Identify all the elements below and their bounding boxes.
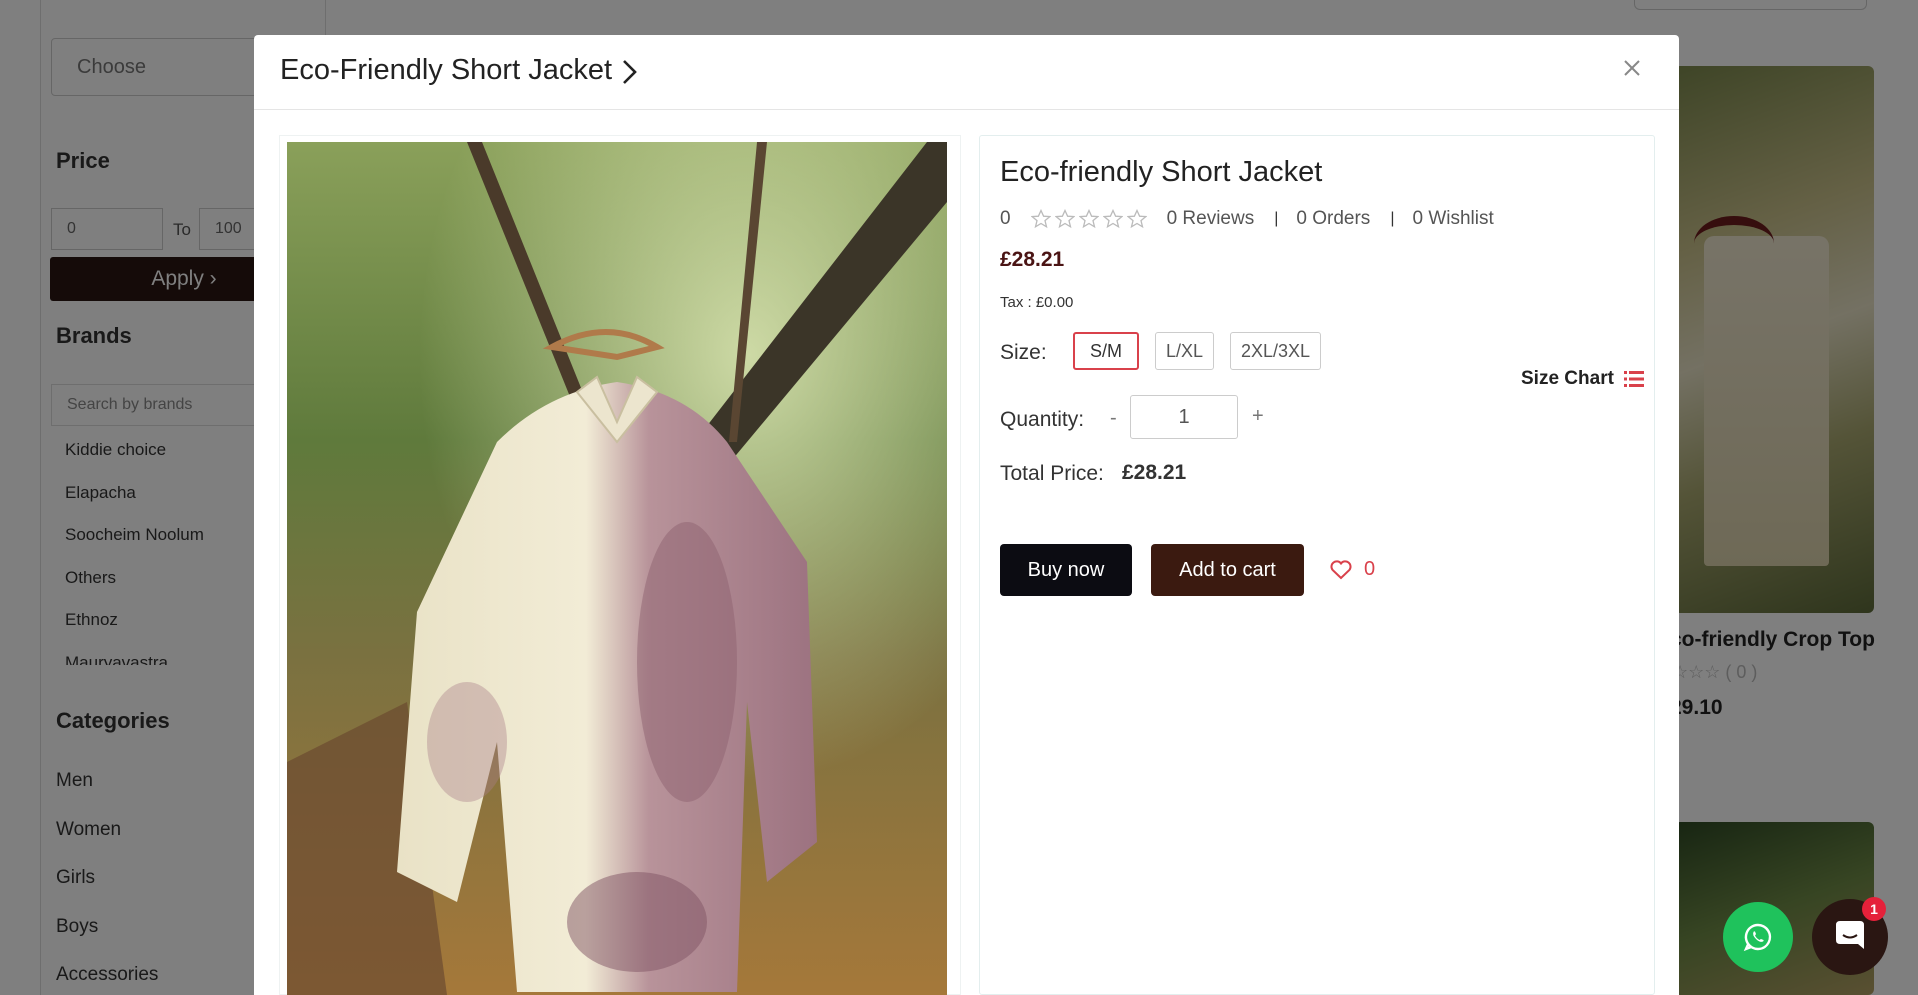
size-option-2xl-3xl[interactable]: 2XL/3XL <box>1230 332 1321 370</box>
modal-header: Eco-Friendly Short Jacket <box>254 35 1679 110</box>
total-price-label: Total Price: <box>1000 462 1104 485</box>
chat-bubble-icon <box>1836 921 1864 949</box>
quantity-label: Quantity: <box>1000 408 1085 431</box>
product-photo <box>287 142 947 995</box>
star-icon <box>1126 209 1147 229</box>
size-chart-label: Size Chart <box>1521 368 1614 389</box>
star-icon <box>1102 209 1123 229</box>
size-label: Size: <box>1000 341 1047 364</box>
chevron-right-icon[interactable] <box>616 59 642 85</box>
wishlist-button[interactable]: 0 <box>1330 558 1375 581</box>
total-price-value: £28.21 <box>1122 461 1187 484</box>
meta-separator: | <box>1390 210 1395 227</box>
wishlist-count-text: 0 Wishlist <box>1412 208 1494 229</box>
star-icon <box>1030 209 1051 229</box>
buy-now-button[interactable]: Buy now <box>1000 544 1132 596</box>
size-option-s-m[interactable]: S/M <box>1073 332 1139 370</box>
product-meta: 0 0 Reviews | 0 Orders | 0 Wishlist <box>1000 208 1494 230</box>
add-to-cart-button[interactable]: Add to cart <box>1151 544 1304 596</box>
star-icon <box>1078 209 1099 229</box>
reviews-count[interactable]: 0 Reviews <box>1167 208 1255 230</box>
quantity-increment-button[interactable]: + <box>1252 405 1264 428</box>
chat-unread-badge: 1 <box>1862 897 1886 921</box>
star-icon <box>1054 209 1075 229</box>
modal-title: Eco-Friendly Short Jacket <box>280 54 613 86</box>
product-price: £28.21 <box>1000 248 1065 271</box>
product-name: Eco-friendly Short Jacket <box>1000 156 1323 188</box>
size-chart-link[interactable]: Size Chart <box>1521 368 1644 390</box>
tax-text: Tax : £0.00 <box>1000 294 1074 311</box>
list-icon <box>1623 371 1644 387</box>
quantity-decrement-button[interactable]: - <box>1110 407 1117 430</box>
rating-stars <box>1030 209 1147 229</box>
wishlist-count: 0 <box>1364 558 1376 580</box>
quick-view-modal: Eco-Friendly Short Jacket Eco-friendly S… <box>254 35 1679 995</box>
product-details-panel: Eco-friendly Short Jacket 0 0 Reviews | … <box>979 135 1655 995</box>
size-option-l-xl[interactable]: L/XL <box>1155 332 1214 370</box>
whatsapp-icon <box>1743 923 1772 952</box>
quantity-input[interactable] <box>1130 395 1238 439</box>
rating-value: 0 <box>1000 208 1011 229</box>
whatsapp-button[interactable] <box>1723 902 1793 972</box>
close-icon[interactable] <box>1621 57 1643 79</box>
orders-count: 0 Orders <box>1296 208 1371 229</box>
heart-icon <box>1330 559 1352 579</box>
meta-separator: | <box>1274 210 1279 227</box>
